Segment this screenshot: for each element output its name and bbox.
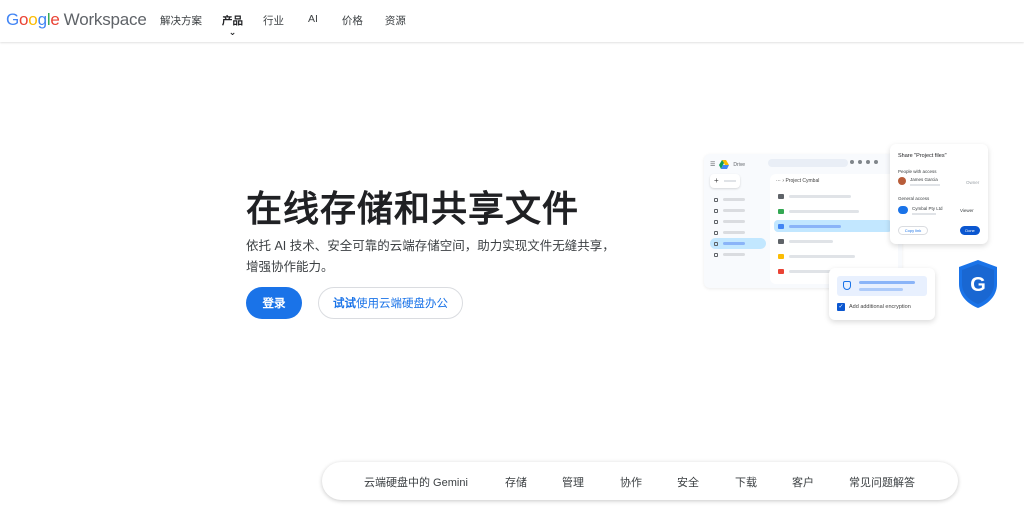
sidebar-row: [710, 205, 766, 216]
drive-logo-icon: [719, 160, 730, 169]
org-name: Cymbal Pty Ltd: [912, 206, 943, 211]
org-desc-bar: [912, 213, 936, 215]
nav-item-products[interactable]: 产品 ⌄: [222, 13, 243, 37]
hero-description: 依托 AI 技术、安全可靠的云端存储空间，助力实现文件无缝共享，增强协作能力。: [246, 239, 615, 274]
subnav-item-storage[interactable]: 存储: [505, 474, 527, 490]
new-button-illustration: +: [710, 174, 740, 188]
file-row: [774, 205, 892, 217]
google-shield-icon: G: [959, 260, 997, 308]
drive-header: ☰ Drive: [710, 160, 745, 169]
checkbox-checked-icon: ✓: [837, 303, 845, 311]
subnav-item-security[interactable]: 安全: [677, 474, 699, 490]
file-row: [774, 250, 892, 262]
sidebar-row: [710, 216, 766, 227]
subnav-item-customers[interactable]: 客户: [792, 474, 814, 490]
shield-icon: [843, 281, 851, 290]
section-subnav: 云端硬盘中的 Gemini 存储 管理 协作 安全 下载 客户 常见问题解答: [322, 462, 958, 500]
google-wordmark: Google: [6, 10, 60, 30]
share-title: Share "Project files": [898, 153, 947, 159]
google-workspace-logo[interactable]: Google Workspace: [6, 10, 147, 30]
nav-item-resources[interactable]: 资源: [385, 13, 406, 28]
nav-label: AI: [308, 13, 318, 25]
nav-label: 价格: [341, 15, 363, 27]
subnav-item-faq[interactable]: 常见问题解答: [849, 474, 915, 490]
nav-item-industries[interactable]: 行业: [263, 13, 284, 28]
people-access-label: People with access: [898, 169, 937, 174]
logo-letter: o: [19, 10, 29, 29]
subnav-item-gemini[interactable]: 云端硬盘中的 Gemini: [364, 474, 468, 490]
person-email-bar: [910, 184, 940, 186]
top-navigation-bar: Google Workspace 解决方案 产品 ⌄ 行业 AI 价格 资源: [0, 0, 1024, 42]
breadcrumb: ⋯ › Project Cymbal: [776, 178, 820, 184]
share-dialog-illustration: Share "Project files" People with access…: [890, 144, 988, 244]
encryption-label: Add additional encryption: [849, 304, 911, 310]
try-label: 试试: [333, 298, 356, 310]
search-bar-illustration: [768, 159, 848, 167]
avatar: [898, 177, 906, 185]
person-name: James Garcia: [910, 177, 938, 182]
sidebar-row: [710, 249, 766, 260]
drive-label: Drive: [733, 161, 746, 168]
nav-label: 资源: [384, 15, 406, 27]
sidebar-row: [710, 194, 766, 205]
logo-letter: G: [6, 10, 20, 29]
nav-label: 解决方案: [160, 15, 202, 27]
logo-letter: g: [37, 10, 47, 29]
sidebar-row-selected: [710, 238, 766, 249]
workspace-wordmark: Workspace: [63, 10, 147, 29]
encryption-field: [837, 276, 927, 296]
chevron-down-icon: ⌄: [228, 27, 237, 37]
nav-item-ai[interactable]: AI: [308, 13, 318, 28]
general-access-label: General access: [898, 196, 930, 201]
nav-label: 产品: [222, 15, 243, 27]
viewer-label: Viewer: [960, 208, 974, 213]
subnav-item-management[interactable]: 管理: [562, 474, 584, 490]
subnav-item-download[interactable]: 下载: [735, 474, 757, 490]
logo-letter: e: [50, 10, 60, 29]
toolbar-icons: [850, 160, 878, 164]
file-row: [774, 190, 892, 202]
try-rest-label: 使用云端硬盘办公: [356, 298, 448, 310]
nav-item-solutions[interactable]: 解决方案: [160, 13, 202, 28]
menu-icon: ☰: [710, 162, 716, 168]
nav-label: 行业: [263, 15, 284, 27]
drive-sidebar: [710, 194, 766, 260]
svg-text:G: G: [970, 274, 986, 296]
main-nav: 解决方案 产品 ⌄ 行业 AI 价格 资源: [160, 13, 406, 37]
sign-in-button[interactable]: 登录: [246, 287, 302, 319]
copy-link-button: Copy link: [898, 226, 928, 235]
owner-label: Owner: [966, 180, 980, 185]
breadcrumb-label: Project Cymbal: [785, 178, 820, 184]
org-icon: [898, 206, 908, 214]
page-title: 在线存储和共享文件: [246, 188, 580, 229]
nav-item-pricing[interactable]: 价格: [342, 13, 363, 28]
logo-letter: o: [28, 10, 38, 29]
sidebar-row: [710, 227, 766, 238]
subnav-item-collaboration[interactable]: 协作: [620, 474, 642, 490]
try-drive-button[interactable]: 试试 使用云端硬盘办公: [318, 287, 463, 319]
done-button: Done: [960, 226, 980, 235]
encryption-card-illustration: ✓ Add additional encryption: [829, 268, 935, 320]
file-row-selected: [774, 220, 892, 232]
file-row: [774, 235, 892, 247]
